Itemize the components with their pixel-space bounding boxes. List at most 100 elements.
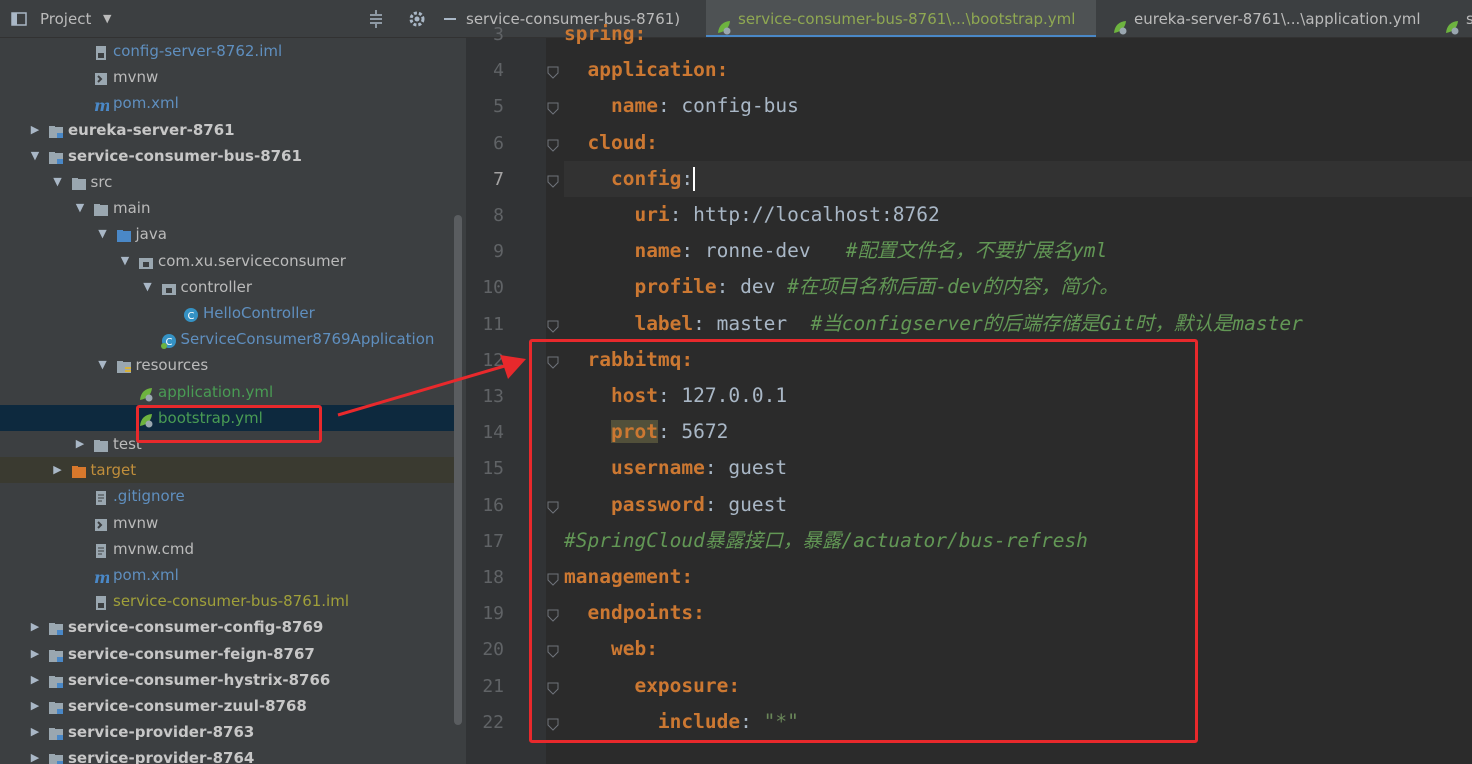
maven-icon: m <box>93 567 111 587</box>
project-view-title[interactable]: Project <box>40 0 91 38</box>
tree-item[interactable]: ▼ controller <box>0 274 462 300</box>
chevron-right-icon[interactable]: ▶ <box>28 117 42 143</box>
line-number: 9 <box>493 241 504 263</box>
tree-item-label: java <box>135 225 167 244</box>
chevron-down-icon[interactable]: ▼ <box>141 274 155 300</box>
tree-item[interactable]: ▶ eureka-server-8761 <box>0 117 462 143</box>
chevron-right-icon[interactable]: ▶ <box>28 614 42 640</box>
tree-item-label: target <box>90 461 137 480</box>
tree-item[interactable]: service-consumer-bus-8761.iml <box>0 588 462 614</box>
code-value: : <box>681 166 694 190</box>
project-panel-header: Project ▼ <box>0 0 466 38</box>
code-value: : ronne-dev <box>681 239 846 263</box>
tree-item[interactable]: C HelloController <box>0 300 462 326</box>
chevron-down-icon[interactable]: ▼ <box>51 169 65 195</box>
class-icon: C <box>183 305 199 322</box>
iml-file-icon <box>93 593 109 611</box>
tree-item[interactable]: ▶ service-consumer-hystrix-8766 <box>0 667 462 693</box>
tree-item[interactable]: ▶ service-consumer-zuul-8768 <box>0 693 462 719</box>
fold-marker-icon[interactable] <box>546 137 560 152</box>
tree-item[interactable]: .gitignore <box>0 483 462 509</box>
code-line[interactable]: spring: <box>564 16 1472 52</box>
code-line[interactable]: uri: http://localhost:8762 <box>564 197 1472 233</box>
chevron-right-icon[interactable]: ▶ <box>28 719 42 745</box>
package-icon <box>161 279 177 295</box>
chevron-down-icon[interactable]: ▼ <box>118 248 132 274</box>
tree-item[interactable]: mvnw.cmd <box>0 536 462 562</box>
script-file-icon <box>93 69 109 86</box>
chevron-right-icon[interactable]: ▶ <box>28 641 42 667</box>
chevron-right-icon[interactable]: ▶ <box>73 431 87 457</box>
line-number: 8 <box>493 205 504 226</box>
tree-item-label: eureka-server-8761 <box>68 120 235 139</box>
fold-marker-icon[interactable] <box>546 100 560 116</box>
tree-item[interactable]: mpom.xml <box>0 562 462 588</box>
module-folder-icon <box>48 148 64 164</box>
line-number: 18 <box>482 567 504 588</box>
tree-item-label: com.xu.serviceconsumer <box>158 251 346 270</box>
tree-item[interactable]: mvnw <box>0 64 462 90</box>
code-key: profile <box>634 275 717 299</box>
tree-item-label: .gitignore <box>113 487 185 506</box>
module-folder-icon <box>48 750 64 764</box>
line-number: 20 <box>482 639 504 661</box>
tree-item[interactable]: ▼ src <box>0 169 462 195</box>
gear-icon[interactable] <box>408 0 426 38</box>
chevron-right-icon[interactable]: ▶ <box>51 457 65 483</box>
code-line[interactable]: profile: dev #在项目名称后面-dev的内容，简介。 <box>564 269 1472 305</box>
tree-scrollbar[interactable] <box>454 215 462 725</box>
tree-item[interactable]: ▶ service-provider-8764 <box>0 745 462 764</box>
tree-item-label: resources <box>135 356 209 375</box>
code-comment: #当configserver的后端存储是Git时，默认是master <box>810 311 1303 335</box>
tree-item[interactable]: mpom.xml <box>0 90 462 116</box>
line-number: 7 <box>493 168 504 190</box>
code-line[interactable]: config: <box>564 160 1472 197</box>
tree-item[interactable]: ▼ com.xu.serviceconsumer <box>0 248 462 274</box>
chevron-right-icon[interactable]: ▶ <box>28 667 42 693</box>
module-folder-icon <box>48 698 64 714</box>
collapse-all-icon[interactable] <box>368 0 384 38</box>
module-folder-icon <box>48 646 64 662</box>
tree-item[interactable]: ▶ service-provider-8763 <box>0 719 462 745</box>
line-number: 14 <box>482 422 504 444</box>
chevron-down-icon[interactable]: ▼ <box>96 221 110 247</box>
tree-item[interactable]: ▶ service-consumer-feign-8767 <box>0 641 462 667</box>
chevron-right-icon[interactable]: ▶ <box>28 745 42 764</box>
code-line[interactable]: cloud: <box>564 125 1472 161</box>
tree-item-label: service-consumer-config-8769 <box>68 618 324 637</box>
tree-item-label: service-consumer-feign-8767 <box>68 644 315 663</box>
fold-marker-icon[interactable] <box>546 64 560 79</box>
code-key: spring: <box>564 22 647 45</box>
tree-item[interactable]: ▼ service-consumer-bus-8761 <box>0 143 462 169</box>
tree-item[interactable]: ▶ service-consumer-config-8769 <box>0 614 462 640</box>
fold-marker-icon[interactable] <box>546 318 560 333</box>
tree-item[interactable]: ▶ target <box>0 457 462 484</box>
code-line[interactable]: application: <box>564 52 1472 88</box>
tree-item-label: service-consumer-hystrix-8766 <box>68 670 331 689</box>
module-folder-icon <box>48 672 64 688</box>
hide-panel-icon[interactable] <box>442 0 458 38</box>
code-key: cloud: <box>587 130 658 154</box>
chevron-down-icon[interactable]: ▼ <box>73 195 87 221</box>
tree-item-label: controller <box>180 277 253 296</box>
fold-marker-icon[interactable] <box>546 173 560 188</box>
tree-item[interactable]: ▼ java <box>0 221 462 247</box>
tree-item-label: service-provider-8764 <box>68 749 255 764</box>
tree-item-label: service-provider-8763 <box>68 723 255 742</box>
tree-item[interactable]: config-server-8762.iml <box>0 38 462 64</box>
tree-item-label: service-consumer-bus-8761 <box>68 146 302 165</box>
excluded-folder-icon <box>71 462 87 479</box>
chevron-down-icon[interactable]: ▼ <box>103 0 111 38</box>
code-line[interactable]: label: master #当configserver的后端存储是Git时，默… <box>564 306 1472 342</box>
chevron-right-icon[interactable]: ▶ <box>28 693 42 719</box>
chevron-down-icon[interactable]: ▼ <box>96 352 110 378</box>
package-icon <box>138 253 154 269</box>
tree-item[interactable]: mvnw <box>0 510 462 536</box>
resources-folder-icon <box>116 357 132 374</box>
tree-item[interactable]: ▼ main <box>0 195 462 221</box>
chevron-down-icon[interactable]: ▼ <box>28 143 42 169</box>
code-key: application: <box>587 58 729 82</box>
code-line[interactable]: name: config-bus <box>564 88 1472 124</box>
code-line[interactable]: name: ronne-dev #配置文件名，不要扩展名yml <box>564 233 1472 269</box>
annotation-box-code <box>529 339 1198 743</box>
